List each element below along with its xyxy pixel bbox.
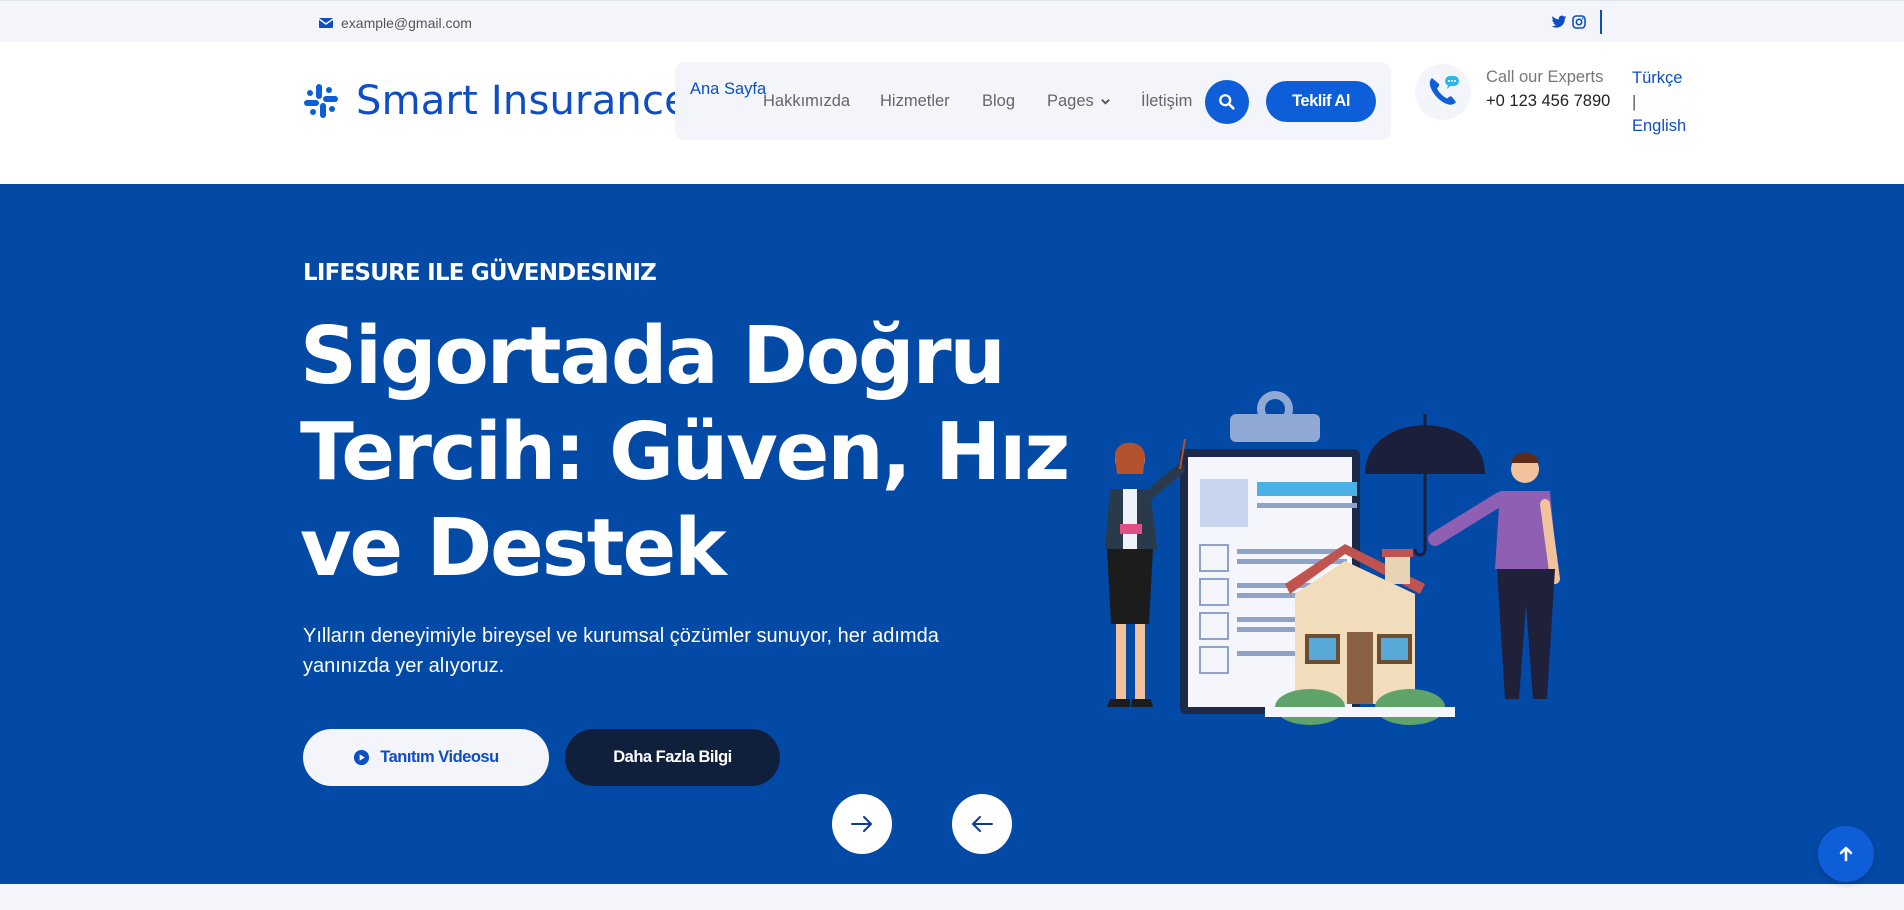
- slider-prev-button[interactable]: [952, 794, 1012, 854]
- language-switcher: Türkçe | English: [1632, 66, 1686, 138]
- arrow-right-icon: [851, 816, 872, 832]
- hero-title-line-2: Tercih: Güven, Hız: [300, 406, 1070, 498]
- intro-video-label: Tanıtım Videosu: [380, 748, 499, 766]
- social-links: [1551, 14, 1587, 30]
- twitter-icon[interactable]: [1551, 14, 1567, 30]
- brand-name: Smart Insurance: [356, 78, 689, 124]
- search-icon: [1219, 94, 1235, 110]
- nav-services[interactable]: Hizmetler: [880, 92, 950, 111]
- lang-turkish[interactable]: Türkçe: [1632, 66, 1686, 90]
- play-circle-icon: [354, 749, 370, 766]
- topbar-divider: [1600, 10, 1602, 34]
- nav-contact[interactable]: İletişim: [1141, 92, 1192, 111]
- call-experts-badge: [1415, 64, 1471, 120]
- get-quote-button[interactable]: Teklif Al: [1266, 81, 1376, 122]
- scroll-to-top-button[interactable]: [1818, 826, 1874, 882]
- hero-section: LIFESURE ILE GÜVENDESINIZ Sigortada Doğr…: [0, 184, 1904, 884]
- email-contact[interactable]: example@gmail.com: [319, 15, 472, 31]
- site-header: Smart Insurance Ana Sayfa Hakkımızda Hiz…: [0, 42, 1904, 184]
- slack-logo-icon: [304, 84, 338, 118]
- hero-title-line-3: ve Destek: [300, 502, 727, 594]
- phone-chat-icon: [1429, 76, 1459, 105]
- learn-more-button[interactable]: Daha Fazla Bilgi: [565, 729, 780, 786]
- hero-eyebrow: LIFESURE ILE GÜVENDESINIZ: [303, 260, 657, 286]
- nav-home[interactable]: Ana Sayfa: [690, 77, 766, 101]
- search-button[interactable]: [1205, 80, 1249, 124]
- arrow-up-icon: [1839, 846, 1853, 862]
- nav-blog[interactable]: Blog: [982, 92, 1015, 111]
- slider-next-button[interactable]: [832, 794, 892, 854]
- site-logo[interactable]: Smart Insurance: [302, 78, 689, 124]
- lang-separator: |: [1632, 93, 1637, 111]
- call-label: Call our Experts: [1486, 68, 1604, 86]
- arrow-left-icon: [972, 816, 993, 832]
- envelope-icon: [319, 18, 333, 28]
- instagram-icon[interactable]: [1571, 14, 1587, 30]
- top-bar: example@gmail.com: [0, 0, 1904, 42]
- hero-description: Yılların deneyimiyle bireysel ve kurumsa…: [303, 625, 939, 677]
- nav-pages-label: Pages: [1047, 92, 1094, 110]
- email-text: example@gmail.com: [341, 15, 472, 31]
- hero-title-line-1: Sigortada Doğru: [300, 310, 1006, 402]
- call-number[interactable]: +0 123 456 7890: [1486, 92, 1610, 111]
- intro-video-button[interactable]: Tanıtım Videosu: [303, 729, 549, 786]
- nav-pages-dropdown[interactable]: Pages: [1047, 92, 1111, 111]
- chevron-down-icon: [1100, 99, 1110, 105]
- nav-about[interactable]: Hakkımızda: [763, 92, 850, 111]
- hero-title: Sigortada Doğru Tercih: Güven, Hız ve De…: [300, 308, 1070, 596]
- insurance-illustration: [1105, 391, 1560, 725]
- lang-english[interactable]: English: [1632, 114, 1686, 138]
- main-nav: Ana Sayfa Hakkımızda Hizmetler Blog Page…: [675, 62, 1391, 140]
